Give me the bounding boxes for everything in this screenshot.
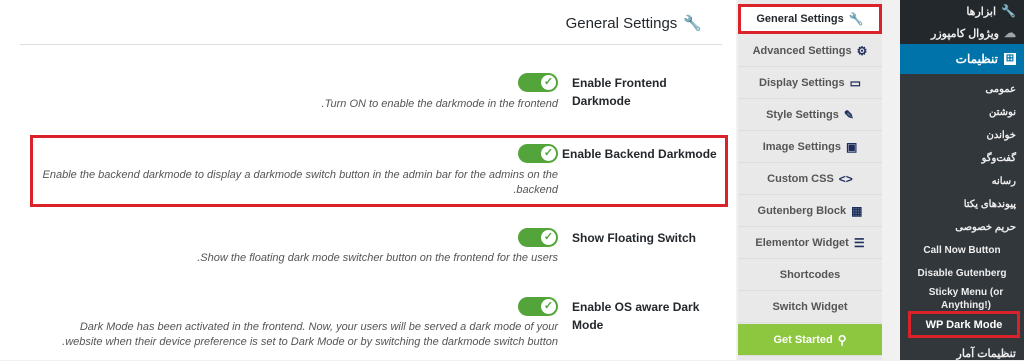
tab-elementor-widget[interactable]: Elementor Widget ☰ (738, 227, 882, 259)
tab-label: Get Started (773, 333, 833, 346)
toggle-backend-darkmode[interactable]: ✓ (518, 144, 558, 163)
pin-icon: ⚲ (837, 332, 847, 347)
tab-gutenberg-block[interactable]: Gutenberg Block ▦ (738, 195, 882, 227)
row-label-frontend: Enable Frontend Darkmode (572, 76, 667, 108)
tab-image-settings[interactable]: Image Settings ▣ (738, 131, 882, 163)
menu-label: تنظیمات (955, 52, 998, 66)
panel-title: General Settings 🔧 (565, 14, 702, 33)
row-label-floating: Show Floating Switch (572, 231, 696, 245)
submenu-wp-dark-mode[interactable]: WP Dark Mode (908, 311, 1020, 338)
composer-icon: ☁ (1004, 26, 1016, 40)
submenu-item[interactable]: Call Now Button (900, 244, 1024, 257)
menu-visual-composer[interactable]: ویژوال کامپوزر ☁ (900, 22, 1024, 44)
tab-advanced-settings[interactable]: Advanced Settings ⚙ (738, 35, 882, 67)
tab-general-settings[interactable]: General Settings 🔧 (738, 4, 882, 34)
check-icon: ✓ (541, 230, 556, 245)
row-desc-os-aware: Dark Mode has been activated in the fron… (62, 321, 558, 348)
gear-icon: ⚙ (856, 43, 868, 58)
row-desc-backend: Enable the backend darkmode to display a… (42, 169, 558, 196)
tab-label: Switch Widget (772, 300, 848, 313)
tab-get-started[interactable]: Get Started ⚲ (738, 324, 882, 356)
menu-tools[interactable]: ابزارها 🔧 (900, 0, 1024, 22)
tab-switch-widget[interactable]: Switch Widget (738, 291, 882, 323)
tab-custom-css[interactable]: Custom CSS <> (738, 163, 882, 195)
submenu-item[interactable]: گفت‌وگو (900, 152, 1024, 165)
image-icon: ▣ (845, 139, 858, 154)
elementor-icon: ☰ (853, 235, 865, 250)
submenu-item[interactable]: Disable Gutenberg (900, 267, 1024, 280)
tab-label: Advanced Settings (752, 44, 852, 57)
menu-statistics[interactable]: تنظیمات آمار (900, 348, 1024, 361)
wrench-icon: 🔧 (848, 12, 864, 26)
brush-icon: ✎ (843, 107, 854, 122)
settings-tabs: General Settings 🔧 Advanced Settings ⚙ Dis… (738, 0, 882, 360)
tab-label: Elementor Widget (755, 236, 849, 249)
code-icon: <> (838, 171, 853, 186)
check-icon: ✓ (541, 146, 556, 161)
wrench-icon: 🔧 (1001, 4, 1016, 18)
toggle-os-aware[interactable]: ✓ (518, 297, 558, 316)
row-label-backend: Enable Backend Darkmode (562, 147, 717, 161)
menu-label: ابزارها (966, 5, 997, 18)
tab-label: Image Settings (762, 140, 841, 153)
admin-sidebar: ابزارها 🔧 ویژوال کامپوزر ☁ تنظیمات ⊞ عمومی … (900, 0, 1024, 360)
panel-title-text: General Settings (565, 14, 678, 32)
check-icon: ✓ (541, 299, 556, 314)
tab-label: Gutenberg Block (757, 204, 847, 217)
submenu-item[interactable]: پیوندهای یکتا (900, 198, 1024, 211)
tab-label: Custom CSS (767, 172, 834, 185)
settings-panel: General Settings 🔧 Enable Frontend Darkm… (0, 0, 736, 360)
tab-label: General Settings (756, 13, 844, 25)
blocks-icon: ▦ (851, 203, 863, 218)
row-desc-floating: Show the floating dark mode switcher but… (197, 252, 558, 264)
row-label-os-aware: Enable OS aware Dark Mode (572, 300, 700, 332)
panel-header: General Settings 🔧 (20, 0, 722, 45)
submenu-item[interactable]: حریم خصوصی (900, 221, 1024, 234)
menu-settings[interactable]: تنظیمات ⊞ (900, 44, 1024, 74)
submenu-item[interactable]: Sticky Menu (or Anything!) (904, 286, 1024, 312)
toggle-frontend-darkmode[interactable]: ✓ (518, 73, 558, 92)
tab-display-settings[interactable]: Display Settings ▭ (738, 67, 882, 99)
tab-shortcodes[interactable]: Shortcodes (738, 259, 882, 291)
row-desc-frontend: Turn ON to enable the darkmode in the fr… (321, 98, 558, 110)
submenu-item[interactable]: خواندن (900, 129, 1024, 142)
check-icon: ✓ (541, 75, 556, 90)
submenu-item[interactable]: عمومی (900, 83, 1024, 96)
tab-label: Shortcodes (779, 268, 841, 281)
tab-style-settings[interactable]: Style Settings ✎ (738, 99, 882, 131)
wrench-icon: 🔧 (683, 15, 702, 32)
tab-label: Style Settings (766, 108, 839, 121)
submenu-item[interactable]: رسانه (900, 175, 1024, 188)
menu-label: ویژوال کامپوزر (931, 27, 999, 40)
display-icon: ▭ (849, 75, 861, 90)
toggle-floating-switch[interactable]: ✓ (518, 228, 558, 247)
submenu-item[interactable]: نوشتن (900, 106, 1024, 119)
settings-icon: ⊞ (1004, 53, 1016, 65)
tab-label: Display Settings (759, 76, 845, 89)
